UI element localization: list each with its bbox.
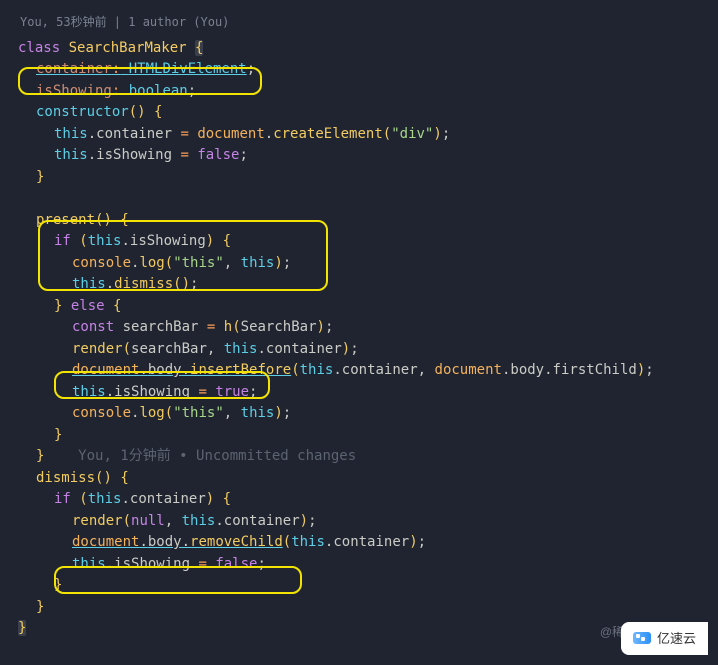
badge-label: 亿速云 (657, 628, 696, 650)
code-line[interactable]: } (18, 425, 718, 447)
code-line[interactable]: document.body.insertBefore(this.containe… (18, 360, 718, 382)
code-line[interactable]: this.container = document.createElement(… (18, 124, 718, 146)
code-line[interactable]: console.log("this", this); (18, 253, 718, 275)
code-line[interactable]: } (18, 167, 718, 189)
code-line[interactable]: console.log("this", this); (18, 403, 718, 425)
code-line[interactable]: this.isShowing = false; (18, 145, 718, 167)
code-line[interactable]: constructor() { (18, 102, 718, 124)
code-line[interactable]: container: HTMLDivElement; (18, 59, 718, 81)
code-line[interactable]: const searchBar = h(SearchBar); (18, 317, 718, 339)
code-line[interactable]: dismiss() { (18, 468, 718, 490)
code-line[interactable]: this.dismiss(); (18, 274, 718, 296)
inline-git-annotation: You, 1分钟前 • Uncommitted changes (78, 448, 356, 464)
code-line[interactable]: class SearchBarMaker { (18, 38, 718, 60)
code-line[interactable]: render(null, this.container); (18, 511, 718, 533)
code-line[interactable]: } (18, 575, 718, 597)
git-blame-annotation: You, 53秒钟前 | 1 author (You) (18, 12, 718, 38)
code-line[interactable]: present() { (18, 210, 718, 232)
code-line[interactable]: render(searchBar, this.container); (18, 339, 718, 361)
code-line[interactable]: if (this.isShowing) { (18, 231, 718, 253)
code-line[interactable]: document.body.removeChild(this.container… (18, 532, 718, 554)
code-line[interactable]: } (18, 597, 718, 619)
code-line[interactable]: this.isShowing = true; (18, 382, 718, 404)
code-line[interactable]: } else { (18, 296, 718, 318)
code-line[interactable]: } You, 1分钟前 • Uncommitted changes (18, 446, 718, 468)
code-editor[interactable]: You, 53秒钟前 | 1 author (You) class Search… (0, 0, 718, 640)
code-line[interactable]: if (this.container) { (18, 489, 718, 511)
code-line[interactable] (18, 188, 718, 210)
provider-badge: 亿速云 (621, 622, 708, 656)
code-line[interactable]: isShowing: boolean; (18, 81, 718, 103)
cloud-icon (633, 632, 651, 644)
code-line[interactable]: this.isShowing = false; (18, 554, 718, 576)
